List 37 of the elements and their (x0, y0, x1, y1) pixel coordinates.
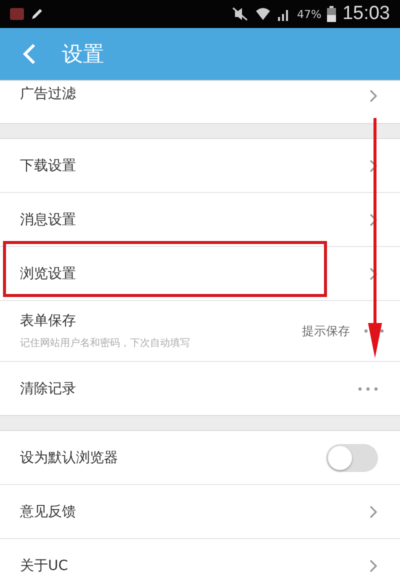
settings-item[interactable]: 广告过滤 (0, 81, 400, 123)
item-label: 消息设置 (20, 210, 77, 228)
item-label: 设为默认浏览器 (20, 448, 119, 466)
clock-time: 15:03 (342, 3, 390, 25)
item-label: 下载设置 (20, 156, 77, 174)
item-label: 意见反馈 (20, 502, 77, 520)
chevron-icon (369, 504, 378, 518)
settings-item[interactable]: 清除记录 (0, 362, 400, 415)
item-label: 浏览设置 (20, 264, 77, 282)
chevron-icon (369, 158, 378, 172)
chevron-icon (369, 266, 378, 280)
item-label: 表单保存 (20, 312, 77, 330)
battery-icon (327, 6, 336, 22)
app-icon (10, 8, 24, 20)
item-description: 记住网站用户名和密码，下次自动填写 (20, 336, 191, 350)
battery-level: 47% (297, 8, 322, 20)
page-title: 设置 (62, 41, 104, 68)
toggle-switch[interactable] (326, 444, 378, 472)
chevron-icon (369, 89, 378, 103)
item-label: 清除记录 (20, 380, 77, 398)
item-label: 广告过滤 (20, 85, 77, 103)
settings-item[interactable]: 消息设置 (0, 193, 400, 247)
chevron-icon (369, 212, 378, 226)
wifi-icon (255, 7, 271, 21)
item-value: 提示保存 (302, 322, 350, 340)
item-label: 关于UC (20, 556, 70, 574)
settings-item[interactable]: 意见反馈 (0, 485, 400, 539)
settings-item[interactable]: 设为默认浏览器 (0, 431, 400, 485)
more-icon (358, 386, 378, 390)
chevron-icon (369, 558, 378, 572)
settings-item[interactable]: 下载设置 (0, 139, 400, 193)
settings-item[interactable]: 浏览设置 (0, 247, 400, 301)
signal-icon (277, 7, 291, 21)
settings-item[interactable]: 关于UC (0, 539, 400, 575)
pencil-icon (30, 7, 44, 21)
back-icon[interactable] (22, 43, 36, 65)
mute-icon (231, 7, 249, 21)
